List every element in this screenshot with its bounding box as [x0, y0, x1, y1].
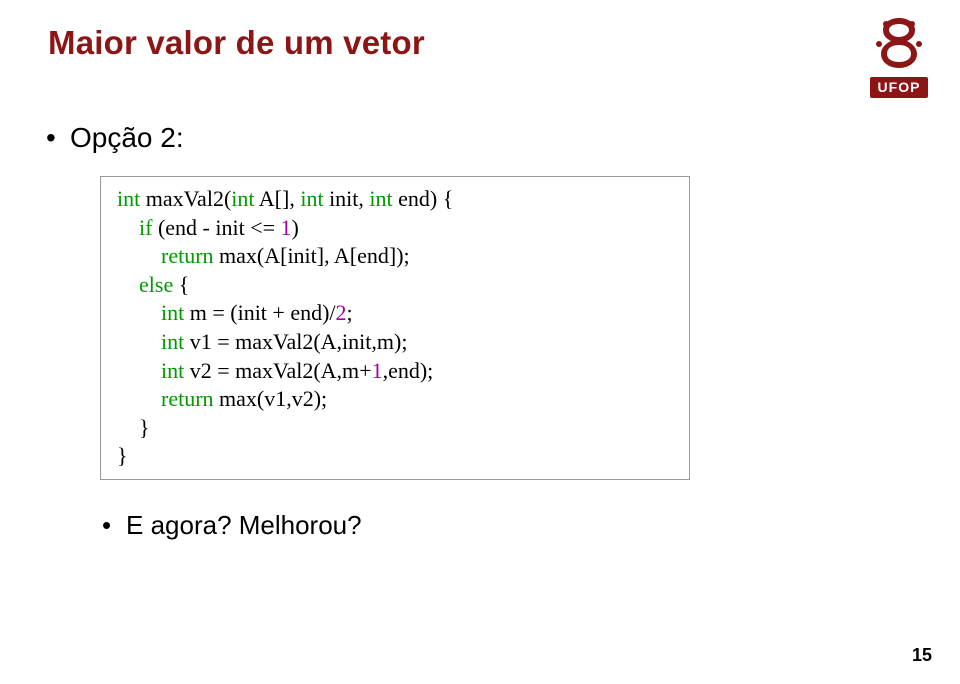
code-line-7: int v2 = maxVal2(A,m+1,end); — [117, 357, 677, 386]
page-number: 15 — [912, 645, 932, 666]
bullet-sub: E agora? Melhorou? — [126, 510, 914, 541]
ufop-logo-text: UFOP — [870, 77, 929, 98]
code-line-6: int v1 = maxVal2(A,init,m); — [117, 328, 677, 357]
code-line-2: if (end - init <= 1) — [117, 214, 677, 243]
code-line-8: return max(v1,v2); — [117, 385, 677, 414]
page-title: Maior valor de um vetor — [48, 24, 914, 62]
ufop-crest-icon — [869, 14, 929, 70]
code-line-9: } — [117, 414, 677, 443]
bullet-sub-text: E agora? Melhorou? — [126, 510, 362, 540]
slide: Maior valor de um vetor UFOP Opção 2: in… — [0, 0, 960, 684]
bullet-main-text: Opção 2: — [70, 122, 184, 153]
code-box: int maxVal2(int A[], int init, int end) … — [100, 176, 690, 480]
code-line-4: else { — [117, 271, 677, 300]
ufop-logo: UFOP — [864, 14, 934, 98]
code-line-3: return max(A[init], A[end]); — [117, 242, 677, 271]
code-line-1: int maxVal2(int A[], int init, int end) … — [117, 185, 677, 214]
bullet-main: Opção 2: int maxVal2(int A[], int init, … — [70, 122, 914, 541]
code-line-5: int m = (init + end)/2; — [117, 299, 677, 328]
content-area: Opção 2: int maxVal2(int A[], int init, … — [46, 122, 914, 541]
code-line-10: } — [117, 442, 677, 471]
